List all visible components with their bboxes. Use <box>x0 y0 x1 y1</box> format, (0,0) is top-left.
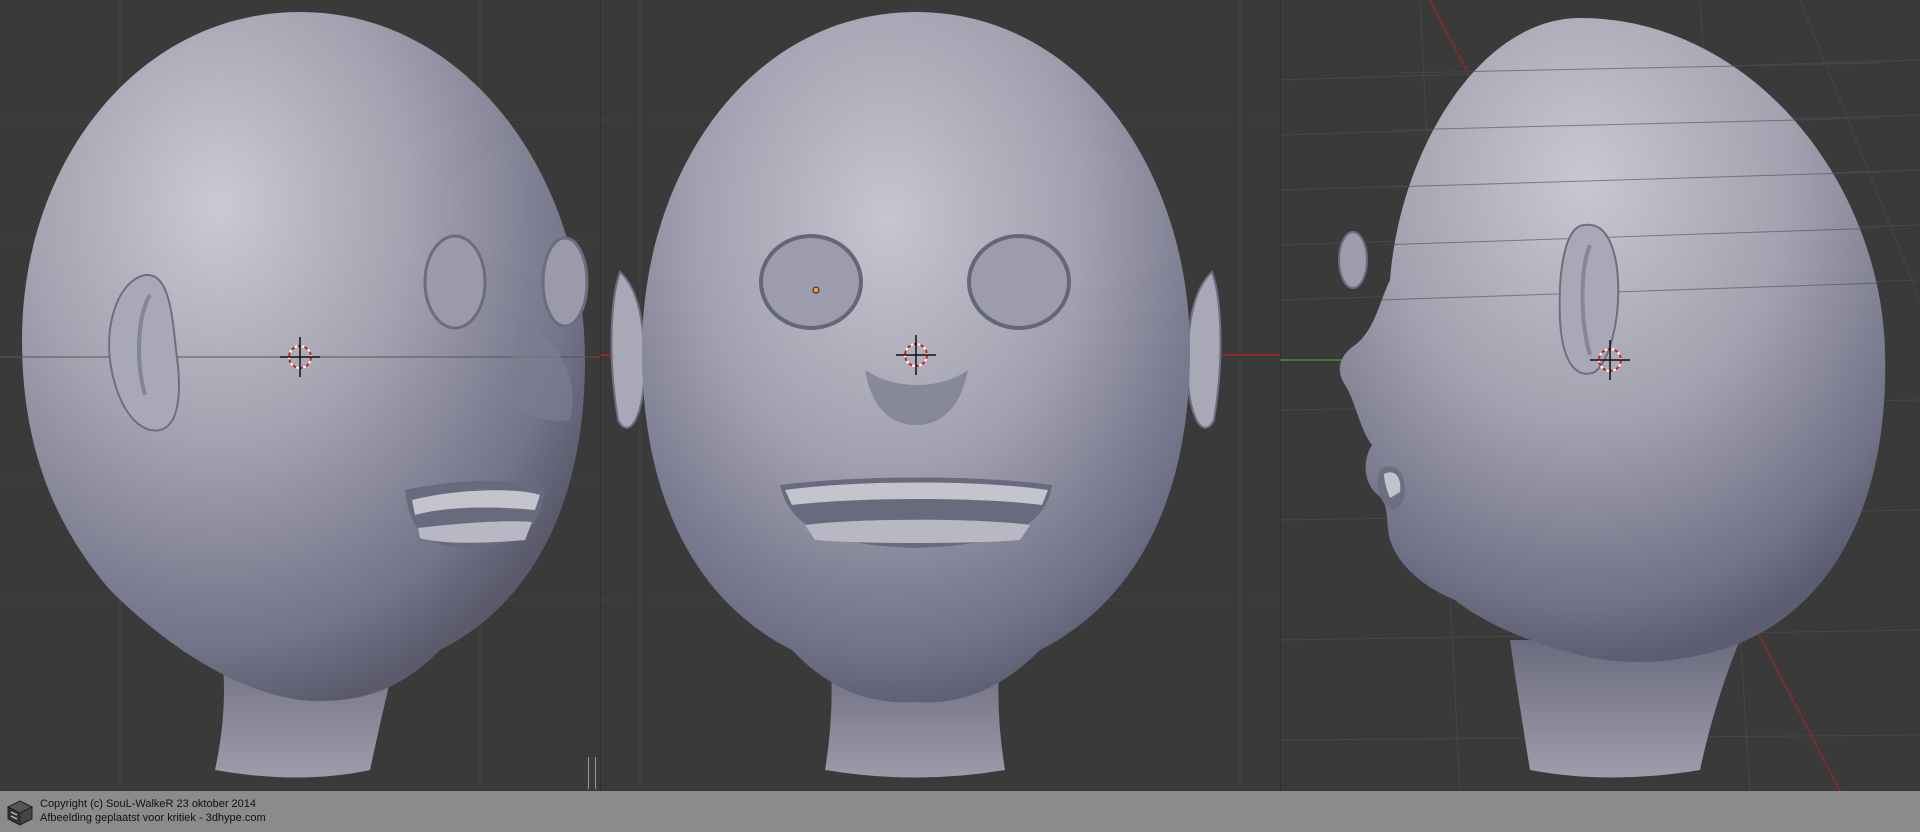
eye-socket <box>423 234 487 330</box>
front-canvas <box>600 0 1280 791</box>
cube-logo-icon <box>6 800 34 826</box>
origin-dot <box>812 286 820 294</box>
viewport-front[interactable] <box>600 0 1280 791</box>
copyright-line: Copyright (c) SouL-WalkeR 23 oktober 201… <box>40 798 257 810</box>
eye-socket <box>759 234 863 330</box>
three-quarter-canvas <box>0 0 600 791</box>
footer-text: Copyright (c) SouL-WalkeR 23 oktober 201… <box>40 797 266 825</box>
caption-line: Afbeelding geplaatst voor kritiek - 3dhy… <box>40 812 266 824</box>
viewport-side[interactable] <box>1280 0 1920 791</box>
ear-mesh <box>610 270 646 429</box>
eye-socket <box>967 234 1071 330</box>
footer-bar: Copyright (c) SouL-WalkeR 23 oktober 201… <box>0 791 1920 832</box>
viewport-area[interactable] <box>0 0 1920 791</box>
side-canvas <box>1280 0 1920 791</box>
ear-mesh <box>1186 270 1222 429</box>
region-resize-handle[interactable] <box>588 757 596 789</box>
viewport-three-quarter[interactable] <box>0 0 600 791</box>
